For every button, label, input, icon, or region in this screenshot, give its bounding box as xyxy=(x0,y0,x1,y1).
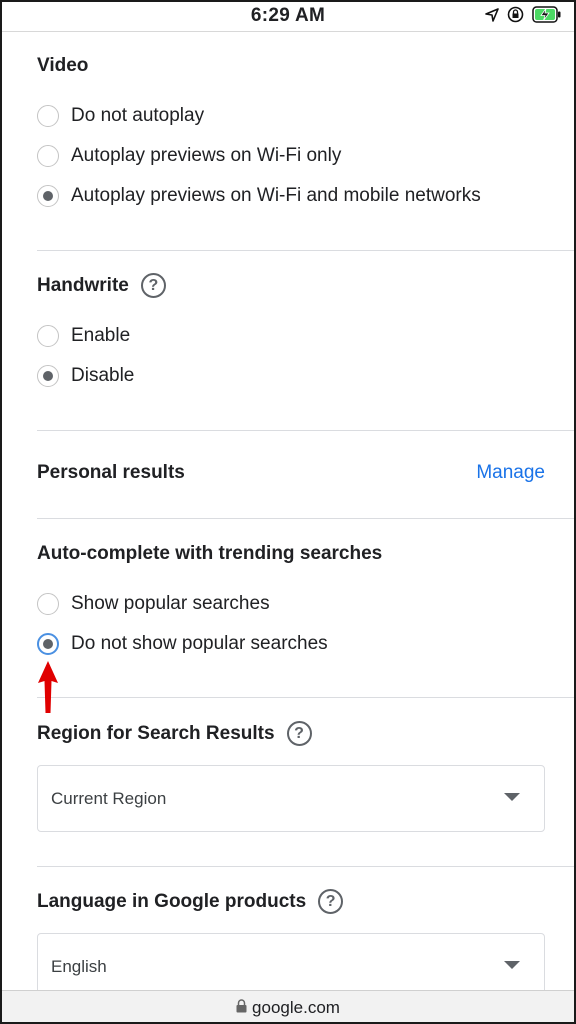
url-domain: google.com xyxy=(252,997,340,1017)
handwrite-option-disable[interactable]: Disable xyxy=(37,365,134,387)
divider xyxy=(37,518,576,519)
status-bar: 6:29 AM xyxy=(0,0,576,32)
personal-results-title: Personal results xyxy=(37,462,185,483)
region-select-value: Current Region xyxy=(51,789,167,808)
radio-button-selected[interactable] xyxy=(37,365,59,387)
autocomplete-option-show[interactable]: Show popular searches xyxy=(37,593,270,615)
autocomplete-option-do-not-show[interactable]: Do not show popular searches xyxy=(37,633,328,655)
option-label: Autoplay previews on Wi-Fi and mobile ne… xyxy=(71,185,481,206)
divider xyxy=(37,866,576,867)
status-icons xyxy=(485,6,562,28)
divider xyxy=(37,430,576,431)
radio-button[interactable] xyxy=(37,145,59,167)
divider xyxy=(37,250,576,251)
option-label: Show popular searches xyxy=(71,593,270,614)
handwrite-option-enable[interactable]: Enable xyxy=(37,325,130,347)
region-section-title: Region for Search Results ? xyxy=(37,721,312,746)
handwrite-title-text: Handwrite xyxy=(37,274,129,296)
radio-button[interactable] xyxy=(37,593,59,615)
url-bar[interactable]: google.com xyxy=(0,990,576,1024)
video-option-wifi-only[interactable]: Autoplay previews on Wi-Fi only xyxy=(37,145,341,167)
annotation-arrow-icon xyxy=(38,661,58,718)
language-select-value: English xyxy=(51,957,107,976)
video-option-wifi-and-mobile[interactable]: Autoplay previews on Wi-Fi and mobile ne… xyxy=(37,185,481,207)
handwrite-section-title: Handwrite ? xyxy=(37,273,166,298)
option-label: Enable xyxy=(71,325,131,346)
dropdown-arrow-icon xyxy=(504,961,520,969)
language-section-title: Language in Google products ? xyxy=(37,889,344,914)
lock-icon xyxy=(236,998,247,1018)
option-label: Do not autoplay xyxy=(71,105,205,126)
option-label: Autoplay previews on Wi-Fi only xyxy=(71,145,342,166)
help-icon[interactable]: ? xyxy=(286,721,312,746)
language-select[interactable]: English xyxy=(37,933,545,990)
radio-button[interactable] xyxy=(37,105,59,127)
location-arrow-icon xyxy=(485,7,499,27)
radio-button-selected[interactable] xyxy=(37,185,59,207)
manage-link[interactable]: Manage xyxy=(476,462,545,484)
help-icon[interactable]: ? xyxy=(318,889,344,914)
settings-content: Video Do not autoplay Autoplay previews … xyxy=(0,32,576,990)
language-title-text: Language in Google products xyxy=(37,890,307,912)
orientation-lock-icon xyxy=(507,6,524,28)
video-section-title: Video xyxy=(37,55,89,76)
divider xyxy=(37,697,576,698)
autocomplete-section-title: Auto-complete with trending searches xyxy=(37,543,383,564)
region-title-text: Region for Search Results xyxy=(37,722,275,744)
option-label: Disable xyxy=(71,365,135,386)
radio-button[interactable] xyxy=(37,325,59,347)
help-icon[interactable]: ? xyxy=(140,273,166,298)
radio-button-selected[interactable] xyxy=(37,633,59,655)
option-label: Do not show popular searches xyxy=(71,633,328,654)
battery-charging-icon xyxy=(532,6,562,28)
dropdown-arrow-icon xyxy=(504,793,520,801)
region-select[interactable]: Current Region xyxy=(37,765,545,832)
video-option-do-not-autoplay[interactable]: Do not autoplay xyxy=(37,105,204,127)
